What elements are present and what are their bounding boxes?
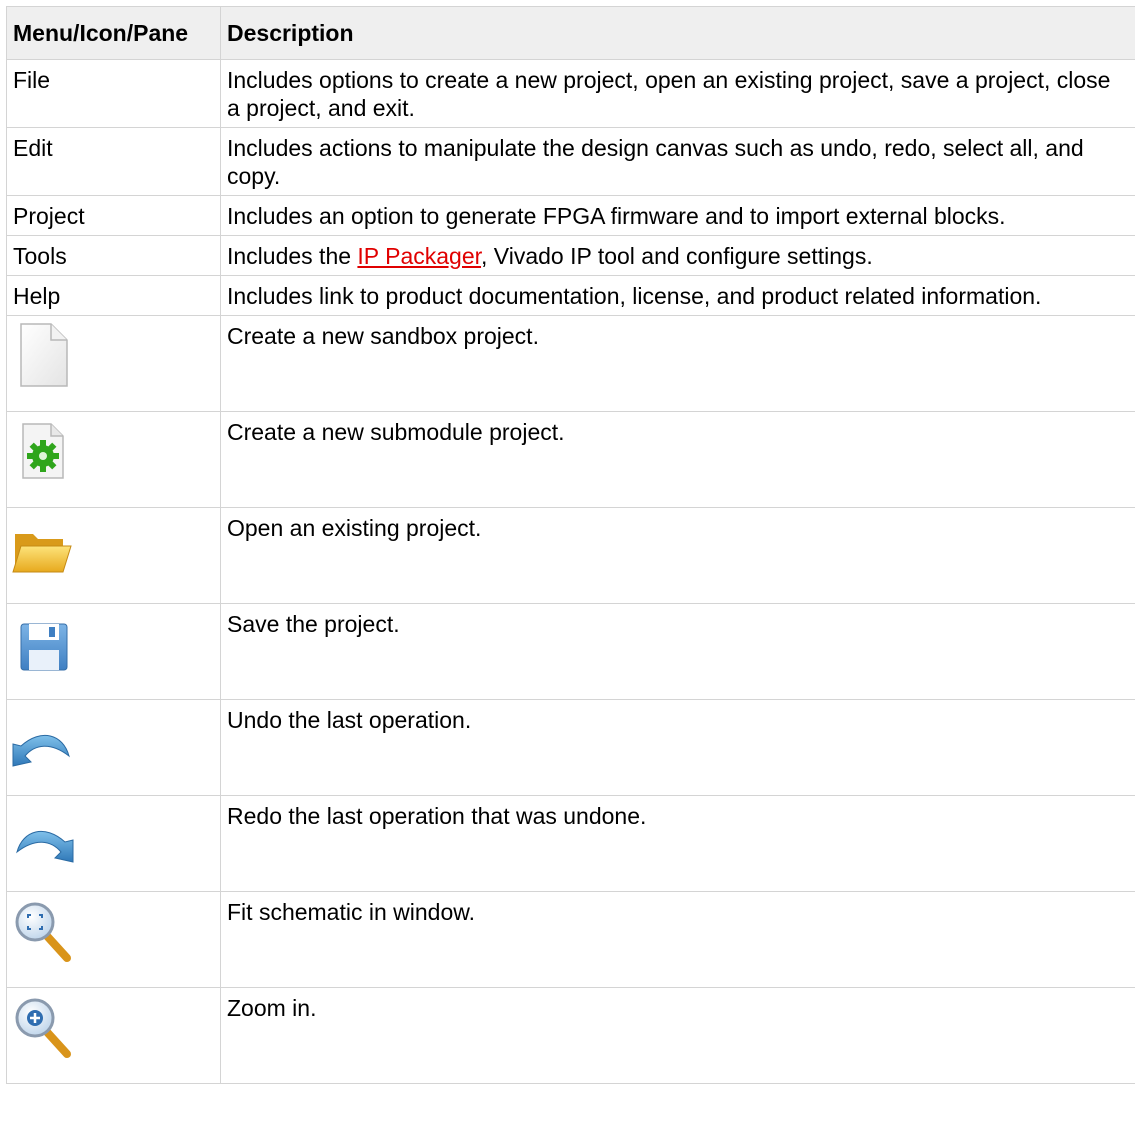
menu-description: Includes an option to generate FPGA firm…	[220, 195, 1135, 236]
table-row-project: Project Includes an option to generate F…	[6, 195, 1135, 236]
header-description: Description	[220, 6, 1135, 60]
menu-name: Project	[6, 195, 221, 236]
icon-description: Redo the last operation that was undone.	[220, 795, 1135, 892]
menu-name: Edit	[6, 127, 221, 196]
table-row-file: File Includes options to create a new pr…	[6, 59, 1135, 128]
icon-description: Fit schematic in window.	[220, 891, 1135, 988]
icon-description: Save the project.	[220, 603, 1135, 700]
ip-packager-link[interactable]: IP Packager	[357, 243, 481, 269]
table-row-zoom-in: Zoom in.	[6, 987, 1135, 1084]
table-row-open-folder: Open an existing project.	[6, 507, 1135, 604]
redo-arrow-icon	[11, 800, 75, 870]
menu-description: Includes link to product documentation, …	[220, 275, 1135, 316]
icon-description: Open an existing project.	[220, 507, 1135, 604]
tools-desc-after: , Vivado IP tool and configure settings.	[481, 243, 873, 269]
new-submodule-icon	[11, 416, 75, 486]
table-row-undo: Undo the last operation.	[6, 699, 1135, 796]
table-row-edit: Edit Includes actions to manipulate the …	[6, 127, 1135, 196]
table-row-help: Help Includes link to product documentat…	[6, 275, 1135, 316]
zoom-fit-icon	[11, 896, 75, 966]
new-file-icon	[11, 320, 75, 390]
icon-description: Create a new submodule project.	[220, 411, 1135, 508]
table-row-zoom-fit: Fit schematic in window.	[6, 891, 1135, 988]
table-row-tools: Tools Includes the IP Packager, Vivado I…	[6, 235, 1135, 276]
menu-name: Help	[6, 275, 221, 316]
icon-description: Zoom in.	[220, 987, 1135, 1084]
menu-description: Includes options to create a new project…	[220, 59, 1135, 128]
table-row-redo: Redo the last operation that was undone.	[6, 795, 1135, 892]
save-floppy-icon	[11, 608, 75, 678]
menu-description: Includes actions to manipulate the desig…	[220, 127, 1135, 196]
undo-arrow-icon	[11, 704, 75, 774]
menu-name: File	[6, 59, 221, 128]
table-row-new-submodule: Create a new submodule project.	[6, 411, 1135, 508]
menu-name: Tools	[6, 235, 221, 276]
zoom-in-icon	[11, 992, 75, 1062]
table-row-save: Save the project.	[6, 603, 1135, 700]
tools-desc-before: Includes the	[227, 243, 358, 269]
table-header-row: Menu/Icon/Pane Description	[6, 6, 1135, 60]
table-row-new-file: Create a new sandbox project.	[6, 315, 1135, 412]
icon-description: Create a new sandbox project.	[220, 315, 1135, 412]
header-menu-icon-pane: Menu/Icon/Pane	[6, 6, 221, 60]
open-folder-icon	[11, 512, 75, 582]
menu-icon-table: Menu/Icon/Pane Description File Includes…	[6, 6, 1135, 1084]
menu-description: Includes the IP Packager, Vivado IP tool…	[220, 235, 1135, 276]
icon-description: Undo the last operation.	[220, 699, 1135, 796]
